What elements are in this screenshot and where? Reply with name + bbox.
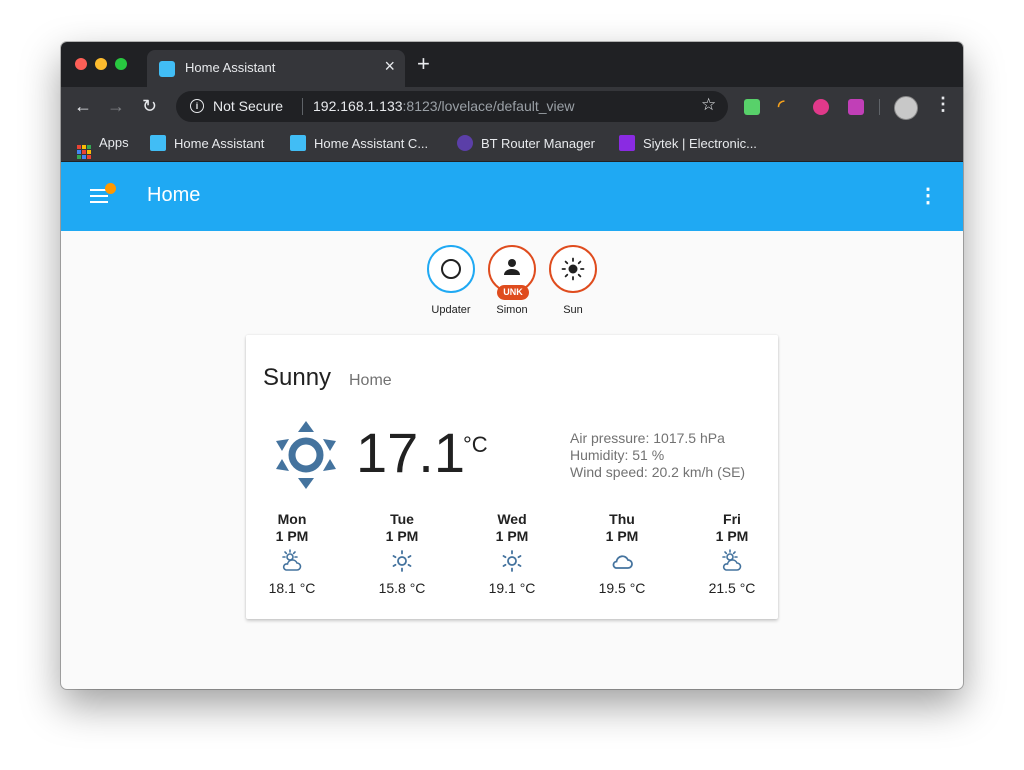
profile-avatar[interactable] bbox=[894, 96, 918, 120]
forecast-day: Thu bbox=[609, 511, 635, 527]
zoom-window-button[interactable] bbox=[115, 58, 127, 70]
forecast-item: Thu 1 PM 19.5 °C bbox=[582, 511, 662, 596]
weather-location: Home bbox=[349, 372, 392, 389]
bookmark-label: BT Router Manager bbox=[481, 136, 595, 151]
air-pressure: Air pressure: 1017.5 hPa bbox=[570, 430, 725, 446]
extension-instagram-icon[interactable] bbox=[813, 99, 829, 115]
wind-speed: Wind speed: 20.2 km/h (SE) bbox=[570, 464, 746, 480]
address-bar[interactable]: i Not Secure 192.168.1.133:8123/lovelace… bbox=[176, 91, 728, 122]
sun-icon bbox=[502, 550, 522, 572]
bookmark-label: Siytek | Electronic... bbox=[643, 136, 757, 151]
forecast-day: Tue bbox=[390, 511, 414, 527]
status-badge: UNK bbox=[497, 285, 529, 300]
extension-stats-icon[interactable] bbox=[848, 99, 864, 115]
partly-sunny-icon bbox=[282, 549, 302, 571]
badge-circle: UNK bbox=[488, 245, 536, 300]
forecast-temp: 19.5 °C bbox=[598, 580, 646, 596]
sunny-weather-icon bbox=[276, 421, 336, 489]
forecast-time: 1 PM bbox=[495, 528, 529, 544]
bookmark-siytek[interactable]: Siytek | Electronic... bbox=[619, 135, 757, 151]
bookmark-home-assistant[interactable]: Home Assistant bbox=[150, 135, 264, 151]
badge-label: Simon bbox=[496, 304, 528, 316]
forecast-temp: 15.8 °C bbox=[378, 580, 426, 596]
tab-home-assistant[interactable]: Home Assistant × bbox=[147, 50, 405, 87]
app-header: Home ⋮ bbox=[61, 162, 963, 231]
home-assistant-icon bbox=[150, 135, 166, 151]
minimize-window-button[interactable] bbox=[95, 58, 107, 70]
tab-title: Home Assistant bbox=[185, 60, 276, 75]
forecast-day: Fri bbox=[723, 511, 741, 527]
badge-simon[interactable]: UNK Simon bbox=[482, 245, 542, 316]
extension-green-icon[interactable] bbox=[744, 99, 760, 115]
forecast-temp: 19.1 °C bbox=[488, 580, 536, 596]
badge-circle bbox=[427, 245, 475, 293]
url-text[interactable]: 192.168.1.133:8123/lovelace/default_view bbox=[313, 98, 575, 114]
siytek-icon bbox=[619, 135, 635, 151]
rss-feed-icon[interactable]: ◜ bbox=[778, 96, 796, 115]
badge-updater[interactable]: Updater bbox=[421, 245, 481, 316]
bookmark-label: Apps bbox=[99, 135, 129, 150]
url-host: 192.168.1.133 bbox=[313, 98, 403, 114]
close-window-button[interactable] bbox=[75, 58, 87, 70]
weather-state: Sunny bbox=[263, 364, 332, 391]
new-tab-button[interactable]: + bbox=[417, 52, 430, 76]
page-title: Home bbox=[147, 184, 201, 206]
forecast-item: Tue 1 PM 15.8 °C bbox=[362, 511, 442, 596]
sun-icon bbox=[561, 257, 584, 280]
current-temperature: 17.1 bbox=[356, 421, 465, 484]
back-button[interactable]: ← bbox=[74, 95, 92, 117]
badge-circle bbox=[549, 245, 597, 293]
cloud-icon bbox=[612, 555, 633, 569]
bookmark-label: Home Assistant bbox=[174, 136, 265, 151]
forecast-day: Wed bbox=[497, 511, 527, 527]
forecast-day: Mon bbox=[277, 511, 307, 527]
temperature-unit: °C bbox=[463, 432, 488, 457]
forecast-temp: 18.1 °C bbox=[268, 580, 316, 596]
not-secure-label[interactable]: Not Secure bbox=[213, 98, 283, 114]
badge-sun[interactable]: Sun bbox=[543, 245, 603, 316]
home-assistant-favicon-icon bbox=[159, 61, 175, 77]
chrome-menu-icon[interactable]: ⋮ bbox=[934, 94, 952, 114]
bookmark-apps[interactable]: Apps bbox=[77, 135, 129, 159]
forecast-item: Fri 1 PM 21.5 °C bbox=[692, 511, 772, 596]
circle-outline-icon bbox=[440, 258, 461, 279]
forecast-time: 1 PM bbox=[715, 528, 749, 544]
forward-button[interactable]: → bbox=[107, 95, 125, 117]
bt-globe-icon bbox=[457, 135, 473, 151]
info-icon[interactable]: i bbox=[190, 99, 204, 113]
apps-grid-icon bbox=[77, 145, 91, 159]
bookmark-star-icon[interactable]: ☆ bbox=[701, 95, 716, 115]
weather-card[interactable]: Sunny Home 17.1 °C Air pressure: 1017.5 … bbox=[246, 335, 778, 619]
browser-window: Home Assistant × + ← → ↻ i Not Secure 19… bbox=[61, 42, 963, 689]
toolbar-separator bbox=[879, 99, 880, 115]
url-path: :8123/lovelace/default_view bbox=[402, 98, 575, 114]
forecast-time: 1 PM bbox=[385, 528, 419, 544]
bookmark-label: Home Assistant C... bbox=[314, 136, 429, 151]
humidity: Humidity: 51 % bbox=[570, 447, 665, 463]
notification-dot bbox=[105, 183, 116, 194]
badge-label: Updater bbox=[431, 304, 471, 316]
tab-strip: Home Assistant × + bbox=[61, 42, 963, 87]
overflow-menu-icon[interactable]: ⋮ bbox=[918, 184, 938, 208]
address-separator bbox=[302, 98, 303, 115]
bookmark-home-assistant-c[interactable]: Home Assistant C... bbox=[290, 135, 428, 151]
browser-toolbar: ← → ↻ i Not Secure 192.168.1.133:8123/lo… bbox=[61, 87, 963, 127]
badge-label: Sun bbox=[563, 304, 583, 316]
forecast-temp: 21.5 °C bbox=[708, 580, 756, 596]
reload-button[interactable]: ↻ bbox=[142, 95, 157, 117]
partly-sunny-icon bbox=[722, 549, 742, 571]
forecast-time: 1 PM bbox=[275, 528, 309, 544]
sun-icon bbox=[392, 550, 412, 572]
tab-close-icon[interactable]: × bbox=[384, 56, 395, 76]
home-assistant-icon bbox=[290, 135, 306, 151]
person-icon bbox=[503, 259, 520, 275]
bookmark-bt-router[interactable]: BT Router Manager bbox=[457, 135, 595, 151]
forecast-time: 1 PM bbox=[605, 528, 639, 544]
bookmarks-bar: Apps Home Assistant Home Assistant C... … bbox=[61, 127, 963, 162]
forecast-item: Mon 1 PM 18.1 °C bbox=[252, 511, 332, 596]
forecast-item: Wed 1 PM 19.1 °C bbox=[472, 511, 552, 596]
